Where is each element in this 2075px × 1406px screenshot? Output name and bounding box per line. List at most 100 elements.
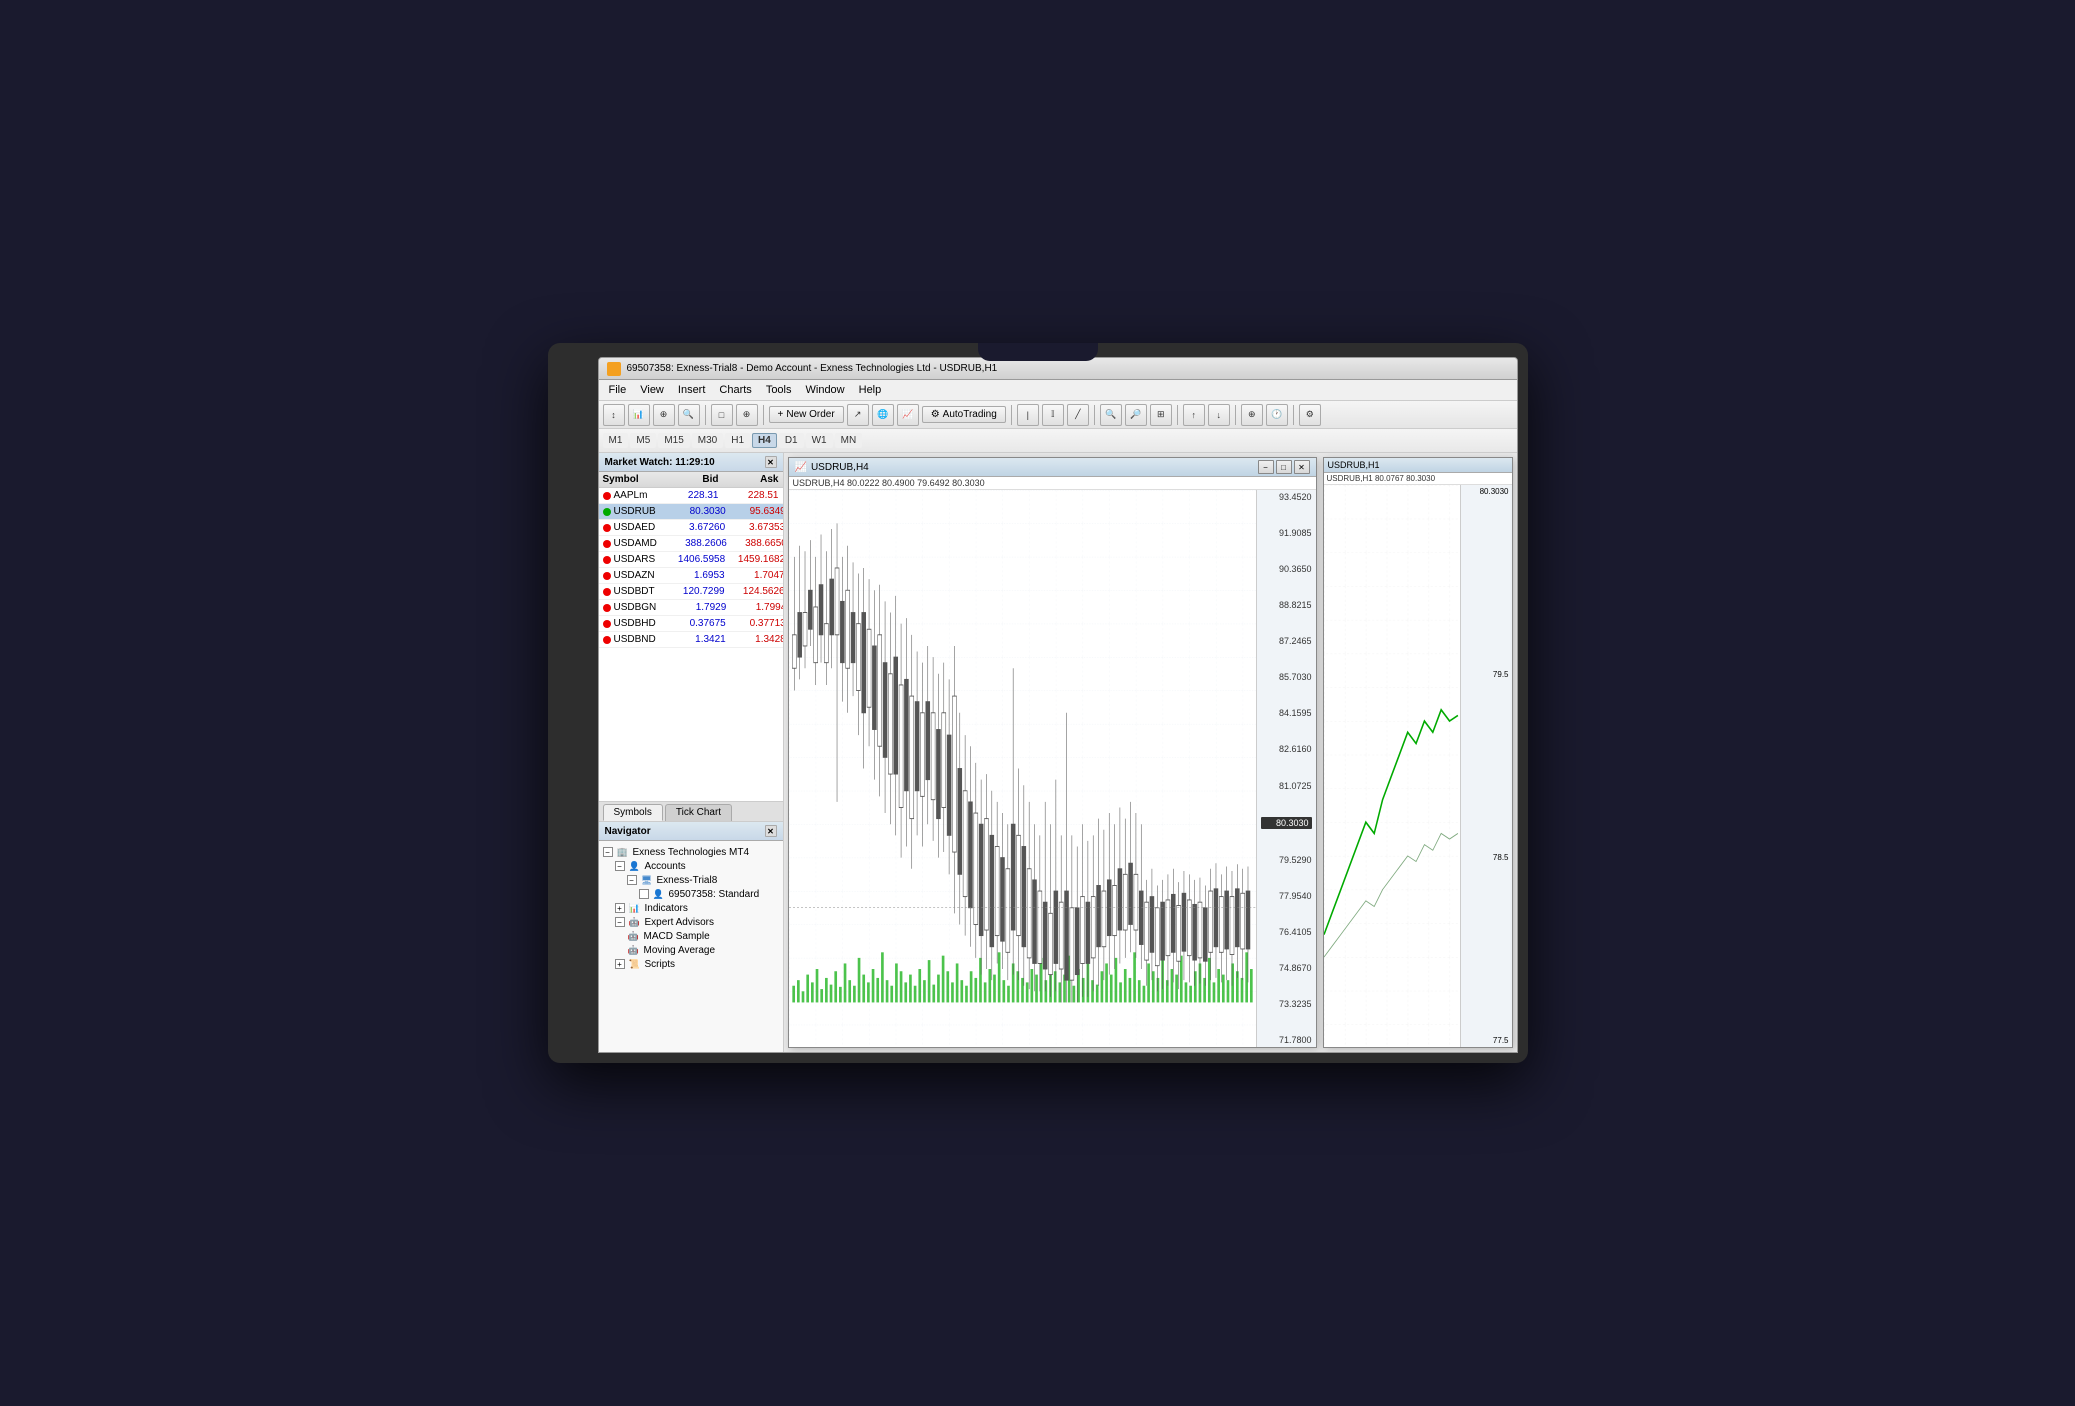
toolbar-sep-1 [705, 405, 706, 425]
tree-account-toggle[interactable] [639, 889, 649, 899]
tf-mn[interactable]: MN [835, 433, 863, 448]
tf-w1[interactable]: W1 [806, 433, 833, 448]
mw-row-usdars[interactable]: USDARS 1406.5958 1459.1682 [599, 552, 783, 568]
symbol-usdrub: USDRUB [603, 506, 656, 517]
tree-macd[interactable]: 🤖 MACD Sample [627, 929, 779, 943]
icon-aaplm [603, 492, 611, 500]
mw-row-usdamd[interactable]: USDAMD 388.2606 388.6650 [599, 536, 783, 552]
toolbar-arrow-btn[interactable]: ↕ [603, 404, 625, 426]
icon-usdazn [603, 572, 611, 580]
menu-bar: File View Insert Charts Tools Window Hel… [599, 380, 1517, 401]
tree-accounts[interactable]: − 👤 Accounts [615, 859, 779, 873]
toolbar-clock-btn[interactable]: 🕐 [1266, 404, 1288, 426]
tree-ea-toggle[interactable]: − [615, 917, 625, 927]
h1-chart-canvas[interactable] [1324, 485, 1460, 1047]
h4-chart-titlebar: 📈 USDRUB,H4 − □ ✕ [789, 458, 1316, 477]
tree-account[interactable]: 👤 69507358: Standard [639, 887, 779, 901]
toolbar-rect-btn[interactable]: □ [711, 404, 733, 426]
tab-tick-chart[interactable]: Tick Chart [665, 804, 732, 821]
tf-m1[interactable]: M1 [603, 433, 629, 448]
toolbar-down-btn[interactable]: ↓ [1208, 404, 1230, 426]
toolbar-magnify-btn[interactable]: 🔍 [1100, 404, 1122, 426]
h4-maximize-btn[interactable]: □ [1276, 460, 1292, 474]
toolbar-zoom2-btn[interactable]: ⊕ [736, 404, 758, 426]
scale-2: 91.9085 [1261, 528, 1312, 538]
tf-m15[interactable]: M15 [658, 433, 689, 448]
toolbar-chart-btn[interactable]: 📊 [628, 404, 650, 426]
mw-row-usdbhd[interactable]: USDBHD 0.37675 0.37713 [599, 616, 783, 632]
market-watch-panel: Market Watch: 11:29:10 ✕ Symbol Bid Ask [599, 453, 783, 822]
scale-15: 73.3235 [1261, 999, 1312, 1009]
scale-4: 88.8215 [1261, 600, 1312, 610]
main-layout: Market Watch: 11:29:10 ✕ Symbol Bid Ask [599, 453, 1517, 1052]
mw-row-usdbdt[interactable]: USDBDT 120.7299 124.5626 [599, 584, 783, 600]
menu-help[interactable]: Help [853, 382, 888, 398]
tree-indicators[interactable]: + 📊 Indicators [615, 901, 779, 915]
scale-8: 82.6160 [1261, 744, 1312, 754]
tree-root[interactable]: − 🏢 Exness Technologies MT4 [603, 845, 779, 859]
tf-d1[interactable]: D1 [779, 433, 804, 448]
tree-root-icon: 🏢 [616, 846, 630, 858]
menu-charts[interactable]: Charts [713, 382, 757, 398]
mw-row-usdazn[interactable]: USDAZN 1.6953 1.7047 [599, 568, 783, 584]
screen-notch [978, 343, 1098, 361]
mw-row-usdbnd[interactable]: USDBND 1.3421 1.3428 [599, 632, 783, 648]
tf-m5[interactable]: M5 [630, 433, 656, 448]
mw-row-usdaed[interactable]: USDAED 3.67260 3.67353 [599, 520, 783, 536]
h1-chart-body: 80.3030 79.5 78.5 77.5 [1324, 485, 1512, 1047]
market-watch-close[interactable]: ✕ [765, 456, 777, 468]
h4-minimize-btn[interactable]: − [1258, 460, 1274, 474]
macd-icon: 🤖 [627, 930, 641, 942]
tree-macd-label: MACD Sample [644, 931, 710, 942]
toolbar-grid-btn[interactable]: ⊞ [1150, 404, 1172, 426]
market-watch-tabs: Symbols Tick Chart [599, 801, 783, 821]
h4-chart-svg [789, 490, 1256, 1047]
h4-chart-canvas[interactable] [789, 490, 1256, 1047]
main-toolbar: ↕ 📊 ⊕ 🔍 □ ⊕ + New Order ↗ 🌐 📈 ⚙ AutoTrad… [599, 401, 1517, 429]
tree-expert-advisors[interactable]: − 🤖 Expert Advisors [615, 915, 779, 929]
tree-scripts[interactable]: + 📜 Scripts [615, 957, 779, 971]
tree-ma[interactable]: 🤖 Moving Average [627, 943, 779, 957]
new-order-button[interactable]: + New Order [769, 406, 844, 423]
col-bid: Bid [649, 474, 719, 485]
toolbar-more-btn[interactable]: ⊕ [1241, 404, 1263, 426]
menu-file[interactable]: File [603, 382, 633, 398]
scale-11: 79.5290 [1261, 855, 1312, 865]
mw-row-usdrub[interactable]: USDRUB 80.3030 95.6349 [599, 504, 783, 520]
tree-ea-label: Expert Advisors [645, 917, 714, 928]
tf-m30[interactable]: M30 [692, 433, 723, 448]
toolbar-candle-btn[interactable]: 𝕀 [1042, 404, 1064, 426]
tree-indicators-toggle[interactable]: + [615, 903, 625, 913]
mw-row-aaplm[interactable]: AAPLm 228.31 228.51 [599, 488, 783, 504]
toolbar-bar-btn[interactable]: | [1017, 404, 1039, 426]
scale-5: 87.2465 [1261, 636, 1312, 646]
tree-root-toggle[interactable]: − [603, 847, 613, 857]
tree-broker[interactable]: − 🖥 Exness-Trial8 [627, 873, 779, 887]
menu-tools[interactable]: Tools [760, 382, 798, 398]
menu-window[interactable]: Window [800, 382, 851, 398]
toolbar-settings-btn[interactable]: ⚙ [1299, 404, 1321, 426]
tree-accounts-toggle[interactable]: − [615, 861, 625, 871]
tree-broker-label: Exness-Trial8 [657, 875, 718, 886]
h1-scale-1: 80.3030 [1464, 487, 1509, 496]
tree-scripts-toggle[interactable]: + [615, 959, 625, 969]
autotrading-button[interactable]: ⚙ AutoTrading [922, 406, 1006, 423]
tf-h4[interactable]: H4 [752, 433, 777, 448]
mw-row-usdbgn[interactable]: USDBGN 1.7929 1.7994 [599, 600, 783, 616]
toolbar-up-btn[interactable]: ↑ [1183, 404, 1205, 426]
menu-insert[interactable]: Insert [672, 382, 712, 398]
tf-h1[interactable]: H1 [725, 433, 750, 448]
toolbar-arrow2-btn[interactable]: ↗ [847, 404, 869, 426]
toolbar-zoomout-btn[interactable]: 🔎 [1125, 404, 1147, 426]
navigator-close[interactable]: ✕ [765, 825, 777, 837]
tree-broker-toggle[interactable]: − [627, 875, 637, 885]
menu-view[interactable]: View [634, 382, 670, 398]
h4-chart-body: 93.4520 91.9085 90.3650 88.8215 87.2465 … [789, 490, 1316, 1047]
toolbar-line-btn[interactable]: ╱ [1067, 404, 1089, 426]
h4-close-btn[interactable]: ✕ [1294, 460, 1310, 474]
toolbar-globe-btn[interactable]: 🌐 [872, 404, 894, 426]
toolbar-chart2-btn[interactable]: 📈 [897, 404, 919, 426]
toolbar-zoom-btn[interactable]: 🔍 [678, 404, 700, 426]
toolbar-cursor-btn[interactable]: ⊕ [653, 404, 675, 426]
tab-symbols[interactable]: Symbols [603, 804, 663, 821]
